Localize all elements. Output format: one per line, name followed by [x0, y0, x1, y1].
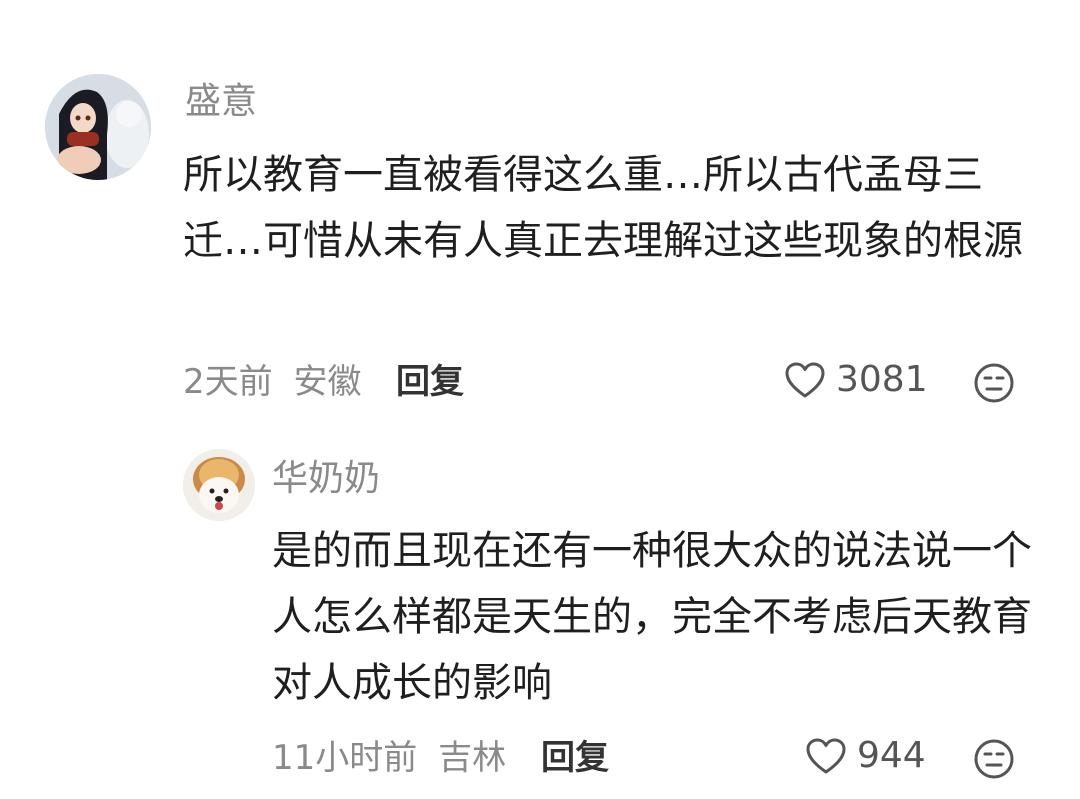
like-count: 3081 [836, 359, 928, 400]
comment-item: 盛意 所以教育一直被看得这么重…所以古代孟母三迁…可惜从未有人真正去理解过这些现… [0, 0, 1080, 420]
comment-location: 吉林 [438, 738, 507, 778]
heart-outline-icon [806, 738, 846, 774]
comment-time: 2天前 [183, 362, 273, 402]
username[interactable]: 盛意 [185, 82, 257, 122]
like-button[interactable]: 3081 [784, 360, 928, 400]
comment-text: 所以教育一直被看得这么重…所以古代孟母三迁…可惜从未有人真正去理解过这些现象的根… [183, 152, 1023, 264]
reply-button[interactable]: 回复 [396, 362, 464, 402]
heart-outline-icon [785, 362, 825, 398]
username[interactable]: 华奶奶 [272, 459, 380, 499]
comment-meta: 2天前 安徽 [183, 362, 361, 402]
comment-text: 是的而且现在还有一种很大众的说法说一个人怎么样都是天生的，完全不考虑后天教育对人… [272, 528, 1032, 706]
reply-button[interactable]: 回复 [541, 738, 609, 778]
comment-time: 11小时前 [272, 738, 418, 778]
comment-meta: 11小时前 吉林 [272, 738, 506, 778]
puppy-lion-hat-avatar-icon [183, 449, 255, 521]
reply-comment-item: 华奶奶 是的而且现在还有一种很大众的说法说一个人怎么样都是天生的，完全不考虑后天… [0, 420, 1080, 799]
reaction-button[interactable] [973, 738, 1015, 784]
user-avatar[interactable] [183, 449, 255, 521]
neutral-face-icon [974, 363, 1014, 403]
neutral-face-icon [974, 739, 1014, 779]
comment-location: 安徽 [293, 362, 362, 402]
like-button[interactable]: 944 [805, 736, 926, 776]
reaction-button[interactable] [973, 362, 1015, 408]
anime-girl-avatar-icon [45, 74, 151, 180]
user-avatar[interactable] [45, 74, 151, 180]
like-count: 944 [857, 735, 926, 776]
